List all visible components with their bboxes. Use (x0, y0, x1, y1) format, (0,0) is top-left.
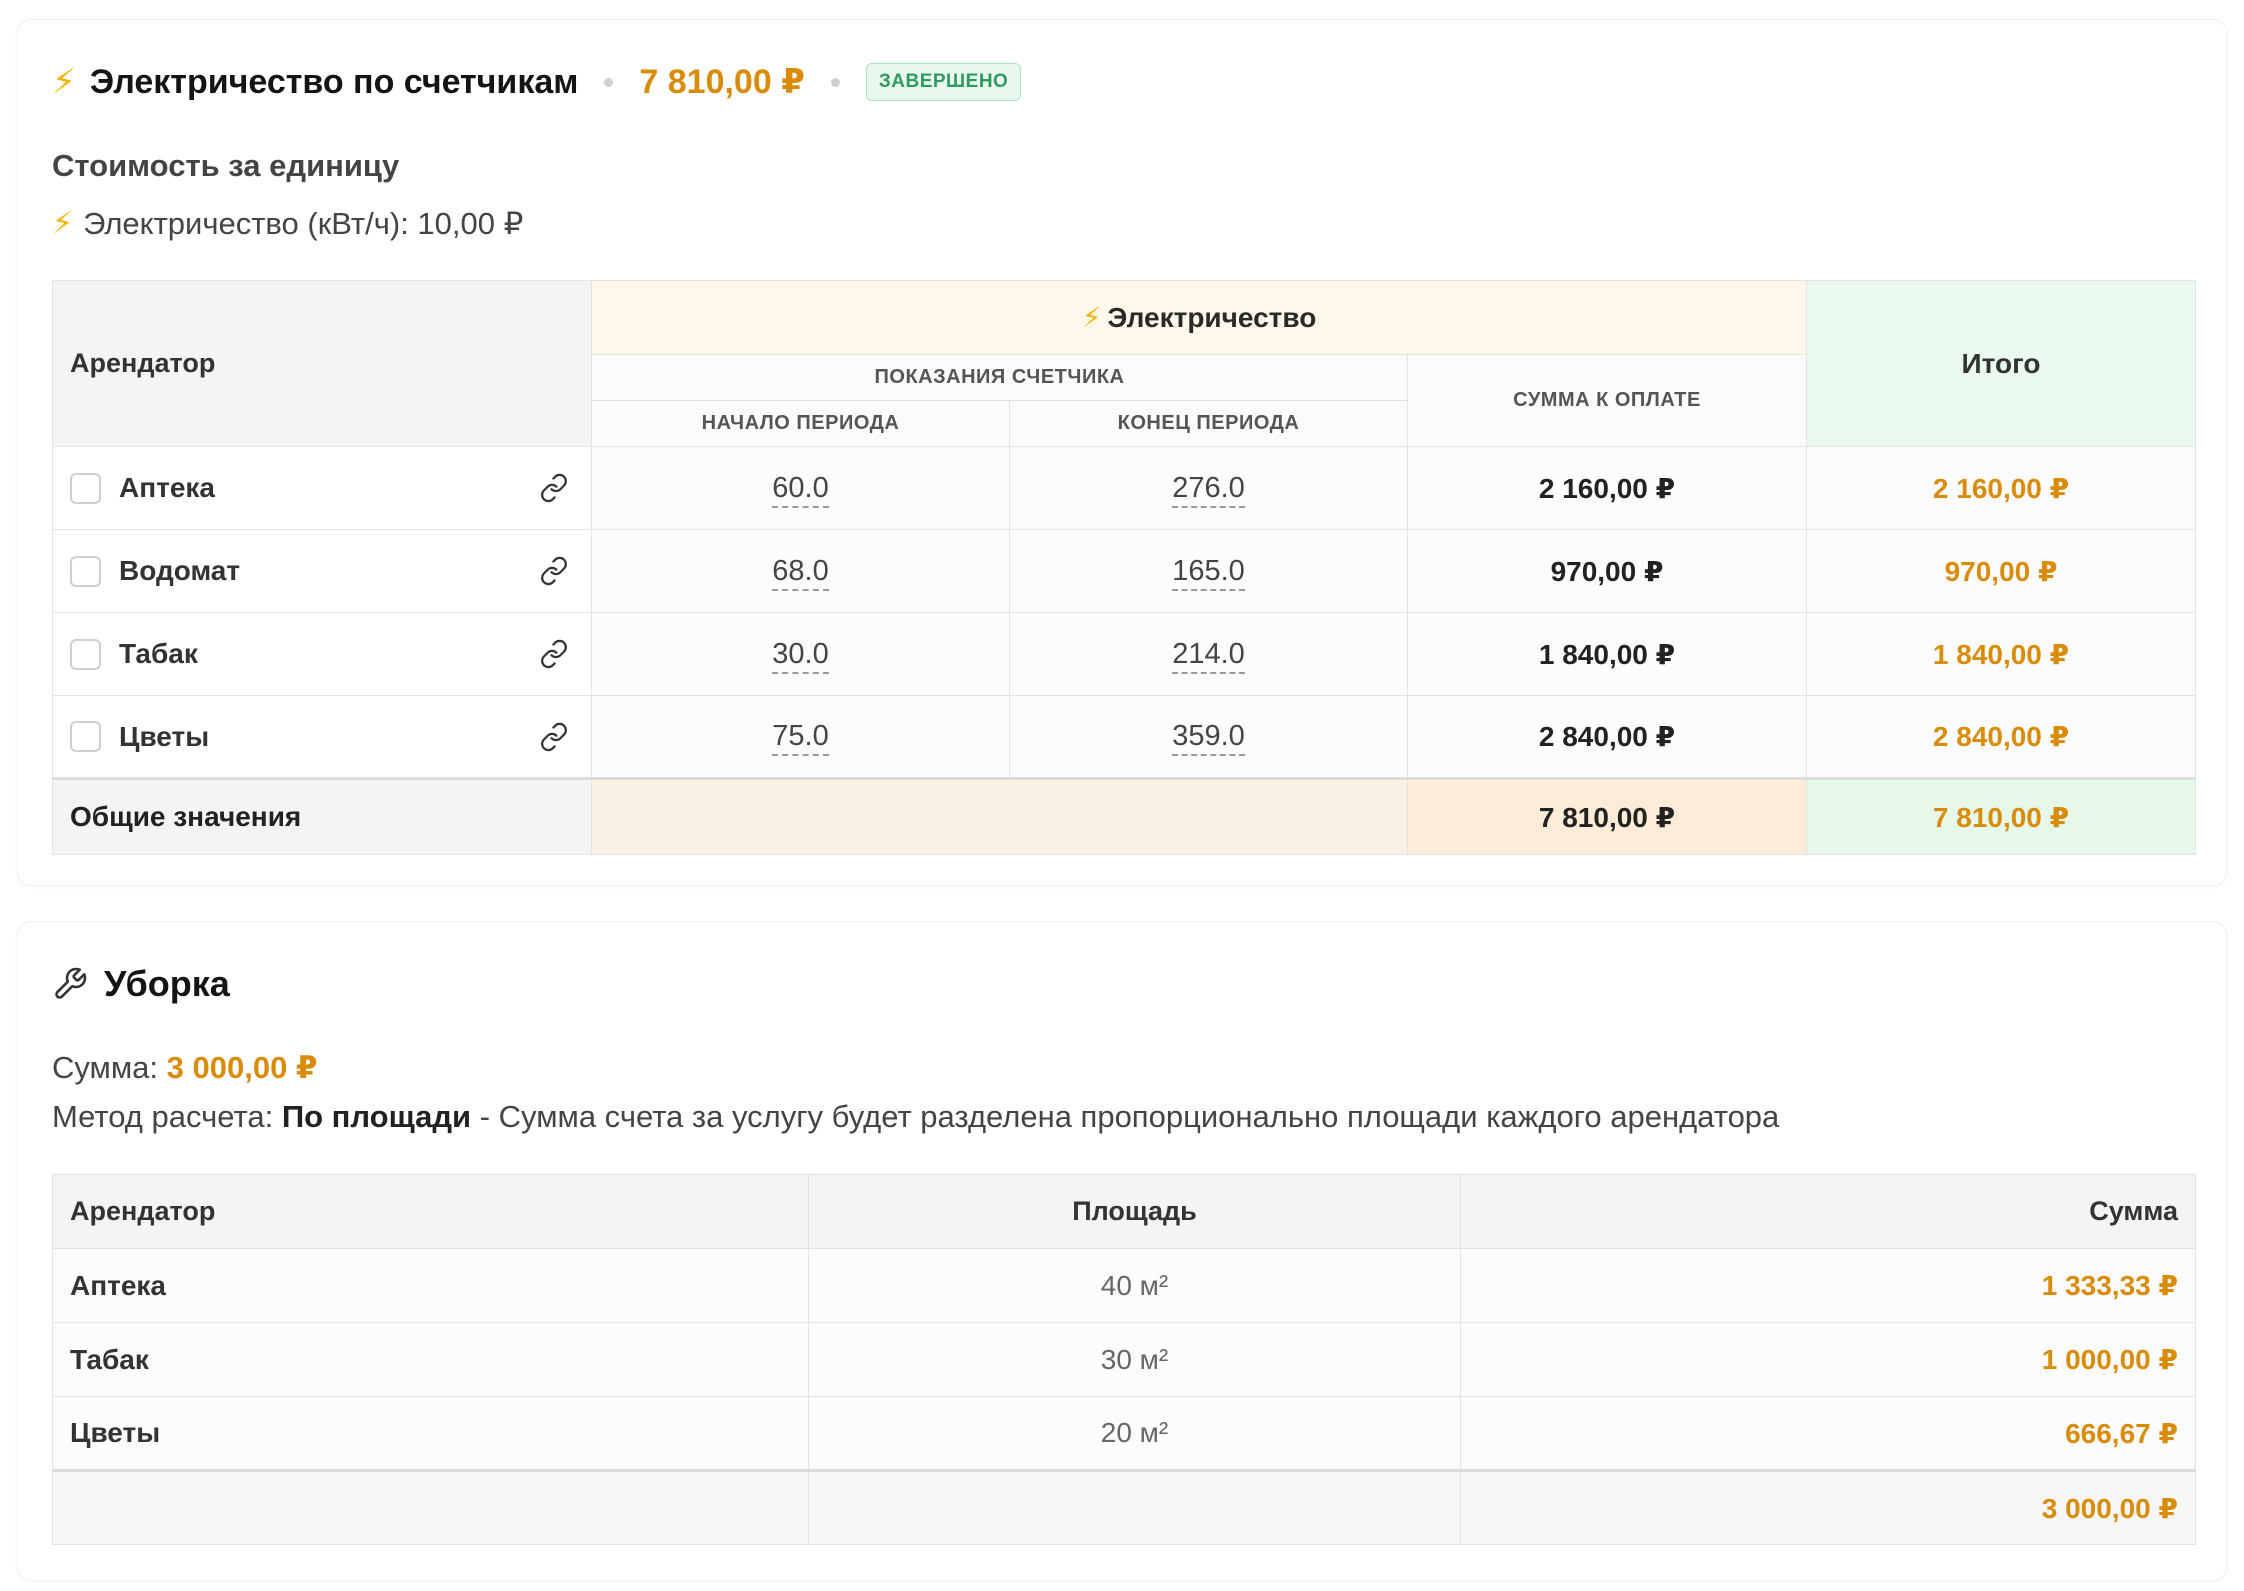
column-header-area: Площадь (808, 1174, 1461, 1249)
summary-total: 7 810,00 ₽ (1806, 777, 2197, 855)
wrench-icon (55, 967, 87, 999)
lightning-icon: ⚡ (52, 63, 76, 101)
unit-cost-title: Стоимость за единицу (52, 148, 400, 183)
cleaning-table: Арендатор Площадь Сумма Аптека 40 м² 1 3… (52, 1174, 2196, 1545)
tenant-cell: Водомат (52, 529, 592, 613)
sum-value: 666,67 ₽ (1460, 1396, 2196, 1471)
electricity-total: 7 810,00 ₽ (639, 63, 805, 101)
table-row: Аптека 40 м² 1 333,33 ₽ (52, 1248, 2196, 1323)
tenant-cell: Цветы (52, 695, 592, 779)
row-checkbox[interactable] (70, 638, 101, 670)
amount-due: 970,00 ₽ (1406, 529, 1808, 613)
footer-empty (808, 1469, 1461, 1545)
footer-row: 3 000,00 ₽ (52, 1469, 2196, 1545)
area-value: 20 м² (808, 1396, 1461, 1471)
column-header-tenant: Арендатор (52, 280, 592, 447)
method-value: По площади (281, 1099, 472, 1134)
column-group-label: Электричество (1107, 301, 1317, 333)
cleaning-header: Уборка (52, 962, 230, 1006)
row-total: 1 840,00 ₽ (1806, 612, 2197, 696)
unit-cost-value: Электричество (кВт/ч): 10,00 ₽ (83, 206, 524, 241)
summary-label: Общие значения (52, 777, 592, 855)
column-header-sum: Сумма (1460, 1174, 2196, 1249)
column-header-end: КОНЕЦ ПЕРИОДА (1009, 400, 1408, 447)
footer-empty (52, 1469, 809, 1545)
column-header-tenant: Арендатор (52, 1174, 809, 1249)
method-description: - Сумма счета за услугу будет разделена … (471, 1099, 1780, 1134)
lightning-icon: ⚡ (52, 207, 74, 240)
reading-end[interactable]: 359.0 (1009, 695, 1408, 779)
cleaning-sum-value: 3 000,00 ₽ (166, 1050, 318, 1085)
cleaning-card: Уборка Сумма: 3 000,00 ₽ Метод расчета: … (17, 921, 2227, 1581)
column-header-start: НАЧАЛО ПЕРИОДА (591, 400, 1010, 447)
table-row: Цветы 75.0 359.0 2 840,00 ₽ 2 840,00 ₽ (52, 695, 2197, 779)
tenant-name: Табак (52, 1322, 809, 1397)
separator-dot (604, 77, 614, 87)
cleaning-sum: Сумма: 3 000,00 ₽ (52, 1050, 318, 1086)
lightning-icon: ⚡ (1081, 301, 1102, 333)
electricity-card: ⚡ Электричество по счетчикам 7 810,00 ₽ … (17, 19, 2227, 886)
area-value: 30 м² (808, 1322, 1461, 1397)
cleaning-sum-label: Сумма: (52, 1050, 167, 1085)
cleaning-method: Метод расчета: По площади - Сумма счета … (52, 1099, 1779, 1135)
reading-end[interactable]: 276.0 (1009, 446, 1408, 530)
row-total: 970,00 ₽ (1806, 529, 2197, 613)
area-value: 40 м² (808, 1248, 1461, 1323)
status-badge: ЗАВЕРШЕНО (865, 63, 1022, 101)
row-checkbox[interactable] (70, 555, 101, 587)
row-checkbox[interactable] (70, 472, 101, 504)
summary-empty (591, 777, 1408, 855)
table-row: Табак 30.0 214.0 1 840,00 ₽ 1 840,00 ₽ (52, 612, 2197, 696)
tenant-name: Цветы (119, 720, 210, 752)
amount-due: 2 160,00 ₽ (1406, 446, 1808, 530)
method-label: Метод расчета: (52, 1099, 282, 1134)
summary-due: 7 810,00 ₽ (1406, 777, 1808, 855)
reading-start[interactable]: 60.0 (591, 446, 1010, 530)
link-icon[interactable] (539, 722, 569, 752)
table-row: Табак 30 м² 1 000,00 ₽ (52, 1322, 2196, 1397)
tenant-cell: Аптека (52, 446, 592, 530)
tenant-name: Аптека (119, 472, 216, 503)
sum-value: 1 000,00 ₽ (1460, 1322, 2196, 1397)
amount-due: 1 840,00 ₽ (1406, 612, 1808, 696)
tenant-name: Аптека (52, 1248, 809, 1323)
tenant-name: Табак (119, 638, 198, 669)
cleaning-title: Уборка (104, 963, 230, 1004)
unit-cost-line: ⚡ Электричество (кВт/ч): 10,00 ₽ (52, 206, 523, 242)
link-icon[interactable] (539, 556, 569, 586)
column-group-electricity: ⚡ Электричество (590, 280, 1808, 355)
column-header-total: Итого (1806, 280, 2197, 447)
reading-start[interactable]: 68.0 (591, 529, 1010, 613)
link-icon[interactable] (539, 639, 569, 669)
reading-start[interactable]: 75.0 (591, 695, 1010, 779)
tenant-cell: Табак (52, 612, 592, 696)
link-icon[interactable] (539, 473, 569, 503)
separator-dot (830, 77, 840, 87)
tenant-name: Цветы (52, 1396, 809, 1471)
electricity-title: Электричество по счетчикам (89, 62, 579, 101)
table-row: Цветы 20 м² 666,67 ₽ (52, 1396, 2196, 1471)
column-header-due: СУММА К ОПЛАТЕ (1406, 354, 1808, 447)
reading-end[interactable]: 165.0 (1009, 529, 1408, 613)
electricity-table: Арендатор ⚡ Электричество Итого ПОКАЗАНИЯ… (52, 280, 2197, 855)
tenant-name: Водомат (119, 555, 241, 586)
row-total: 2 840,00 ₽ (1806, 695, 2197, 779)
table-row: Аптека 60.0 276.0 2 160,00 ₽ 2 160,00 ₽ (52, 446, 2197, 530)
reading-start[interactable]: 30.0 (591, 612, 1010, 696)
amount-due: 2 840,00 ₽ (1406, 695, 1808, 779)
electricity-header: ⚡ Электричество по счетчикам 7 810,00 ₽ … (52, 60, 1022, 104)
footer-total: 3 000,00 ₽ (1460, 1469, 2196, 1545)
row-total: 2 160,00 ₽ (1806, 446, 2197, 530)
summary-row: Общие значения 7 810,00 ₽ 7 810,00 ₽ (52, 777, 2197, 855)
column-header-readings: ПОКАЗАНИЯ СЧЕТЧИКА (591, 354, 1408, 401)
table-row: Водомат 68.0 165.0 970,00 ₽ 970,00 ₽ (52, 529, 2197, 613)
reading-end[interactable]: 214.0 (1009, 612, 1408, 696)
row-checkbox[interactable] (70, 721, 101, 752)
sum-value: 1 333,33 ₽ (1460, 1248, 2196, 1323)
